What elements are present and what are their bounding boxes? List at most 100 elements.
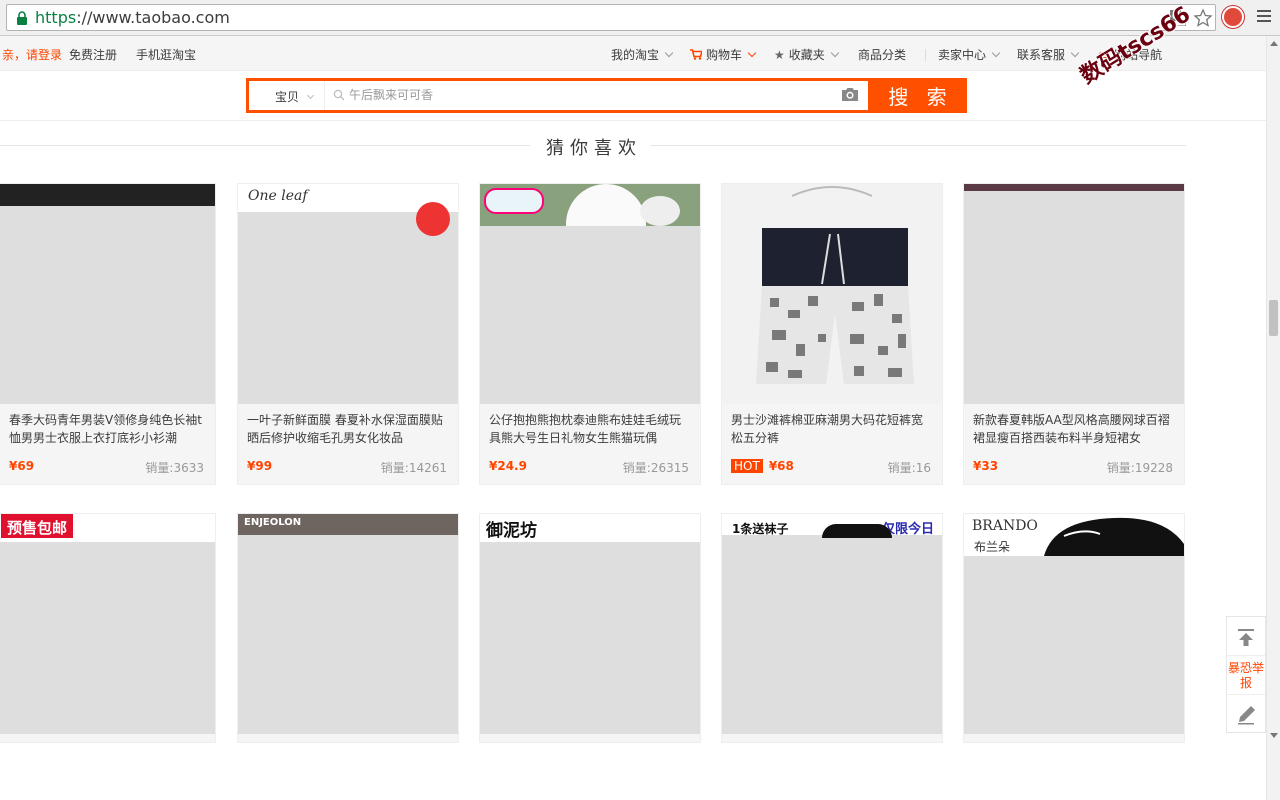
report-button[interactable]: 暴恐举报 — [1227, 657, 1265, 695]
product-price: HOT ¥68 — [731, 459, 794, 473]
chevron-down-icon — [306, 91, 315, 100]
search-area: 宝贝 搜 索 — [0, 71, 1266, 121]
mobile-link[interactable]: 手机逛淘宝 — [136, 46, 196, 63]
price-value: ¥68 — [768, 459, 794, 473]
product-image[interactable] — [480, 542, 700, 734]
my-taobao-menu[interactable]: 我的淘宝 — [611, 46, 674, 63]
page-scrollbar[interactable] — [1266, 36, 1280, 800]
login-link[interactable]: 亲，请登录 — [2, 46, 62, 63]
search-input[interactable] — [349, 84, 829, 106]
search-type-label: 宝贝 — [275, 90, 300, 104]
cart-icon — [690, 49, 704, 60]
product-price: ¥99 — [247, 459, 273, 473]
search-type-select[interactable]: 宝贝 — [249, 81, 325, 110]
scroll-up-arrow[interactable] — [1270, 41, 1278, 46]
product-image[interactable] — [722, 535, 942, 734]
product-sales: 销量:16 — [887, 461, 931, 475]
feedback-button[interactable] — [1227, 696, 1265, 733]
product-card[interactable]: 春季大码青年男装V领修身纯色长袖t恤男男士衣服上衣打底衫小衫潮 ¥69 销量:3… — [0, 183, 216, 485]
seller-center-menu[interactable]: 卖家中心 — [938, 46, 1001, 63]
product-image-banner: ENJEOLON — [238, 514, 458, 535]
product-card[interactable]: 新款春夏韩版AA型风格高腰网球百褶裙显瘦百搭西装布料半身短裙女 ¥33 销量:1… — [963, 183, 1185, 485]
cart-label: 购物车 — [706, 48, 743, 62]
chevron-down-icon — [1070, 48, 1080, 58]
product-card[interactable]: 男士沙滩裤棉亚麻潮男大码花短裤宽松五分裤 HOT ¥68 销量:16 — [721, 183, 943, 485]
lock-icon — [17, 11, 27, 25]
brand-logo: 御泥坊 — [486, 521, 537, 541]
product-title[interactable]: 春季大码青年男装V领修身纯色长袖t恤男男士衣服上衣打底衫小衫潮 — [9, 411, 211, 447]
side-toolbar: 暴恐举报 — [1226, 616, 1266, 733]
product-image[interactable] — [964, 184, 1184, 404]
cart-menu[interactable]: 购物车 — [690, 46, 757, 63]
extension-icon[interactable] — [1222, 6, 1244, 28]
back-to-top-button[interactable] — [1227, 617, 1265, 656]
hot-badge: HOT — [731, 459, 763, 473]
product-sales: 销量:26315 — [622, 461, 689, 475]
product-card[interactable]: 1条送袜子 仅限今日 — [721, 513, 943, 743]
heading-rule-left — [0, 145, 530, 146]
bookmark-star-icon[interactable] — [1193, 8, 1213, 28]
product-price: ¥24.9 — [489, 459, 527, 473]
chevron-down-icon — [991, 48, 1001, 58]
promo-text: 1条送袜子 — [732, 522, 789, 536]
product-image[interactable] — [964, 556, 1184, 734]
product-shape — [822, 524, 892, 538]
product-sales: 销量:19228 — [1106, 461, 1173, 475]
product-image-banner: BRANDO 布兰朵 — [964, 514, 1184, 556]
favorites-label: 收藏夹 — [788, 48, 825, 62]
product-sales: 销量:3633 — [145, 461, 204, 475]
search-icon — [333, 89, 345, 101]
browser-toolbar: https://www.taobao.com G — [0, 0, 1280, 36]
scroll-down-arrow[interactable] — [1270, 733, 1278, 738]
my-taobao-label: 我的淘宝 — [611, 48, 660, 62]
seller-center-label: 卖家中心 — [938, 48, 987, 62]
product-image[interactable] — [238, 535, 458, 734]
product-image[interactable] — [0, 542, 215, 734]
product-image[interactable] — [722, 184, 942, 404]
product-card[interactable]: 御泥坊 — [479, 513, 701, 743]
product-title[interactable]: 男士沙滩裤棉亚麻潮男大码花短裤宽松五分裤 — [731, 411, 933, 447]
product-image[interactable] — [0, 184, 215, 404]
product-price: ¥69 — [9, 459, 35, 473]
product-card[interactable]: BRANDO 布兰朵 — [963, 513, 1185, 743]
product-image-banner: 1条送袜子 仅限今日 — [722, 514, 942, 538]
search-box: 宝贝 — [246, 78, 868, 113]
brand-logo: ENJEOLON — [244, 517, 302, 528]
contact-label: 联系客服 — [1017, 48, 1066, 62]
search-button[interactable]: 搜 索 — [868, 78, 967, 113]
arrow-up-icon — [1238, 629, 1254, 646]
product-card[interactable]: One leaf 一叶子新鲜面膜 春夏补水保湿面膜贴晒后修护收缩毛孔男女化妆品 … — [237, 183, 459, 485]
nav-divider — [925, 49, 926, 61]
browser-menu-icon[interactable] — [1257, 10, 1271, 24]
favorites-menu[interactable]: ★ 收藏夹 — [774, 46, 840, 63]
product-card[interactable]: ENJEOLON — [237, 513, 459, 743]
product-image-banner: One leaf — [238, 184, 458, 236]
product-shape — [1044, 517, 1184, 556]
contact-menu[interactable]: 联系客服 — [1017, 46, 1080, 63]
product-title[interactable]: 新款春夏韩版AA型风格高腰网球百褶裙显瘦百搭西装布料半身短裙女 — [973, 411, 1175, 447]
bear-ear — [640, 196, 680, 226]
register-link[interactable]: 免费注册 — [69, 46, 117, 63]
product-price: ¥33 — [973, 459, 999, 473]
presale-badge: 预售包邮 — [1, 514, 74, 538]
product-sales: 销量:14261 — [380, 461, 447, 475]
camera-icon[interactable] — [841, 87, 859, 102]
product-title[interactable]: 公仔抱抱熊抱枕泰迪熊布娃娃毛绒玩具熊大号生日礼物女生熊猫玩偶 — [489, 411, 691, 447]
brand-logo: One leaf — [248, 188, 308, 204]
section-title: 猜你喜欢 — [546, 138, 642, 159]
chevron-down-icon — [830, 48, 840, 58]
star-icon: ★ — [774, 48, 785, 62]
product-card[interactable]: 公仔抱抱熊抱枕泰迪熊布娃娃毛绒玩具熊大号生日礼物女生熊猫玩偶 ¥24.9 销量:… — [479, 183, 701, 485]
url-text[interactable]: https://www.taobao.com — [35, 8, 230, 27]
categories-link[interactable]: 商品分类 — [858, 46, 906, 63]
scroll-thumb[interactable] — [1269, 300, 1278, 336]
shorts-picture — [756, 186, 914, 384]
product-card[interactable]: 预售包邮 — [0, 513, 216, 743]
address-bar[interactable]: https://www.taobao.com G — [6, 4, 1216, 31]
url-scheme: https — [35, 8, 77, 27]
heading-rule-right — [650, 145, 1186, 146]
product-title[interactable]: 一叶子新鲜面膜 春夏补水保湿面膜贴晒后修护收缩毛孔男女化妆品 — [247, 411, 449, 447]
pencil-icon — [1238, 706, 1255, 725]
chevron-down-icon — [747, 48, 757, 58]
product-image-banner — [0, 184, 215, 206]
